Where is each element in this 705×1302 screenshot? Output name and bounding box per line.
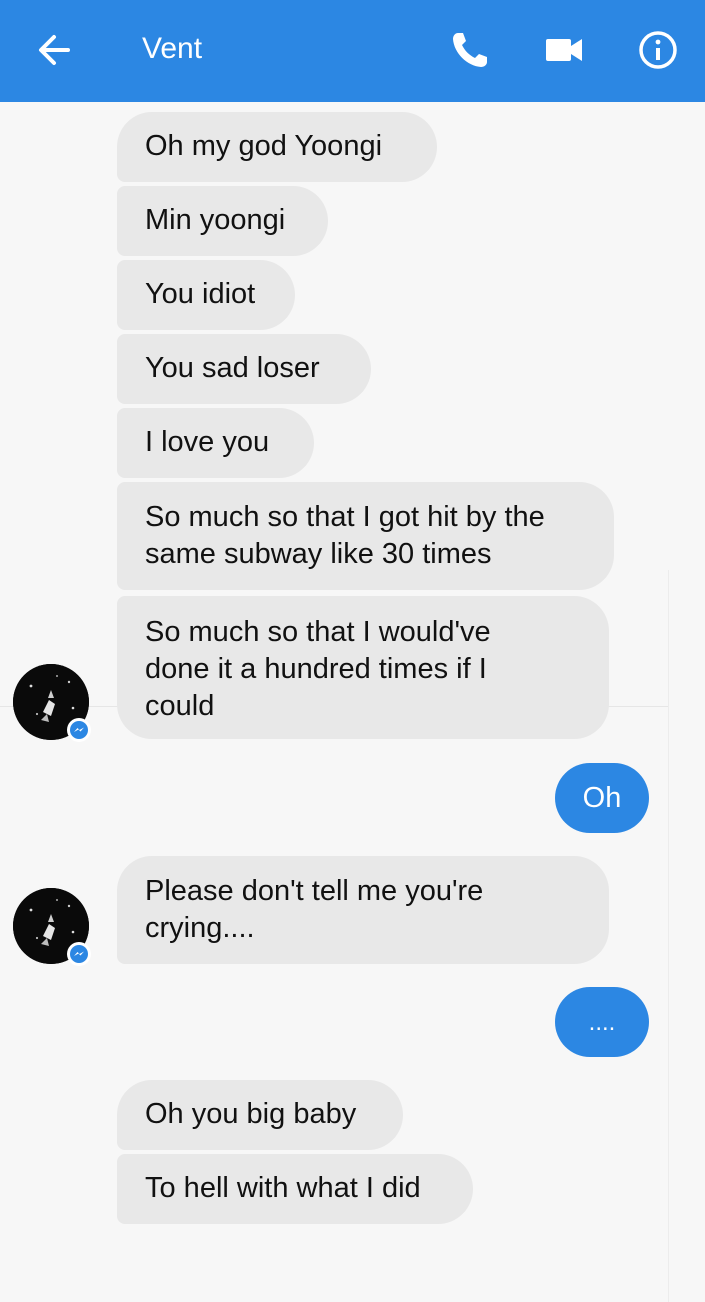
info-button[interactable] <box>632 24 684 76</box>
call-button[interactable] <box>444 24 496 76</box>
message-bubble-outgoing[interactable]: Oh <box>555 763 649 833</box>
back-button[interactable] <box>28 24 80 76</box>
message-bubble-incoming[interactable]: You sad loser <box>117 334 371 404</box>
info-icon <box>639 31 677 69</box>
message-bubble-incoming[interactable]: Please don't tell me you're crying.... <box>117 856 609 964</box>
message-bubble-incoming[interactable]: I love you <box>117 408 314 478</box>
messenger-icon <box>70 945 88 963</box>
message-thread[interactable]: Oh my god Yoongi Min yoongi You idiot Yo… <box>0 102 705 1302</box>
video-call-button[interactable] <box>538 24 590 76</box>
message-bubble-incoming[interactable]: So much so that I got hit by the same su… <box>117 482 614 590</box>
phone-icon <box>453 33 487 67</box>
scroll-track <box>668 570 669 1302</box>
conversation-title: Vent <box>142 32 203 65</box>
avatar[interactable] <box>13 664 91 742</box>
message-bubble-outgoing[interactable]: .... <box>555 987 649 1057</box>
messenger-badge-icon <box>67 942 91 966</box>
message-bubble-incoming[interactable]: Oh my god Yoongi <box>117 112 437 182</box>
avatar[interactable] <box>13 888 91 966</box>
message-bubble-incoming[interactable]: You idiot <box>117 260 295 330</box>
message-bubble-incoming[interactable]: To hell with what I did <box>117 1154 473 1224</box>
messenger-badge-icon <box>67 718 91 742</box>
conversation-header: Vent <box>0 0 705 102</box>
video-camera-icon <box>546 39 582 61</box>
message-bubble-incoming[interactable]: So much so that I would've done it a hun… <box>117 596 609 739</box>
arrow-left-icon <box>39 35 70 65</box>
message-bubble-incoming[interactable]: Min yoongi <box>117 186 328 256</box>
messenger-icon <box>70 721 88 739</box>
message-bubble-incoming[interactable]: Oh you big baby <box>117 1080 403 1150</box>
